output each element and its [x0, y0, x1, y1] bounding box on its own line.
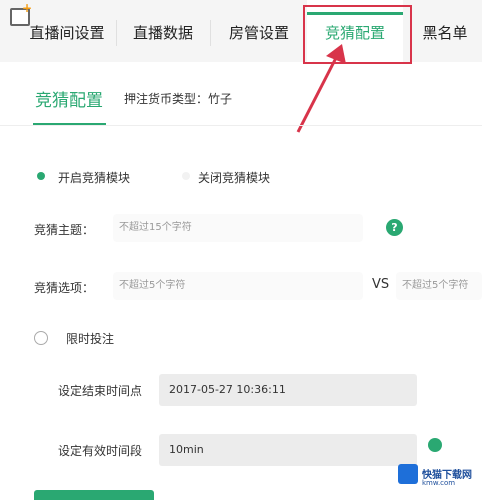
radio-off[interactable]	[182, 172, 190, 180]
watermark-logo	[398, 464, 418, 484]
tab-divider	[210, 20, 211, 46]
options-label: 竞猜选项：	[34, 281, 95, 295]
watermark-sub: kmw.com	[422, 479, 456, 487]
tab-room-settings[interactable]: 直播间设置	[28, 0, 106, 62]
help-icon[interactable]: ?	[386, 219, 403, 236]
tab-live-data[interactable]: 直播数据	[125, 0, 201, 62]
tab-room-admin[interactable]: 房管设置	[220, 0, 298, 62]
duration-label[interactable]: 设定有效时间段	[58, 442, 142, 459]
section-divider	[0, 125, 482, 126]
currency-type: 押注货币类型：竹子	[124, 92, 233, 106]
radio-on-label[interactable]: 开启竞猜模块	[58, 169, 130, 186]
end-time-input[interactable]: 2017-05-27 10:36:11	[159, 374, 417, 406]
option-a-input[interactable]: 不超过5个字符	[113, 272, 363, 300]
radio-off-label[interactable]: 关闭竞猜模块	[198, 169, 270, 186]
topic-input[interactable]: 不超过15个字符	[113, 214, 363, 242]
radio-on[interactable]	[37, 172, 45, 180]
watermark: 快猫下载网 kmw.com	[398, 460, 478, 492]
tab-divider	[116, 20, 117, 46]
tab-blacklist[interactable]: 黑名单	[412, 0, 478, 62]
section-title: 竞猜配置	[35, 91, 103, 111]
timelimit-checkbox[interactable]	[34, 331, 48, 345]
duration-help-icon[interactable]	[428, 438, 442, 452]
submit-button[interactable]	[34, 490, 154, 500]
vs-label: VS	[372, 277, 390, 292]
duration-input[interactable]: 10min	[159, 434, 417, 466]
option-b-input[interactable]: 不超过5个字符	[396, 272, 482, 300]
timelimit-label[interactable]: 限时投注	[66, 330, 114, 347]
end-time-label[interactable]: 设定结束时间点	[58, 382, 142, 399]
topic-label: 竞猜主题：	[34, 223, 95, 237]
